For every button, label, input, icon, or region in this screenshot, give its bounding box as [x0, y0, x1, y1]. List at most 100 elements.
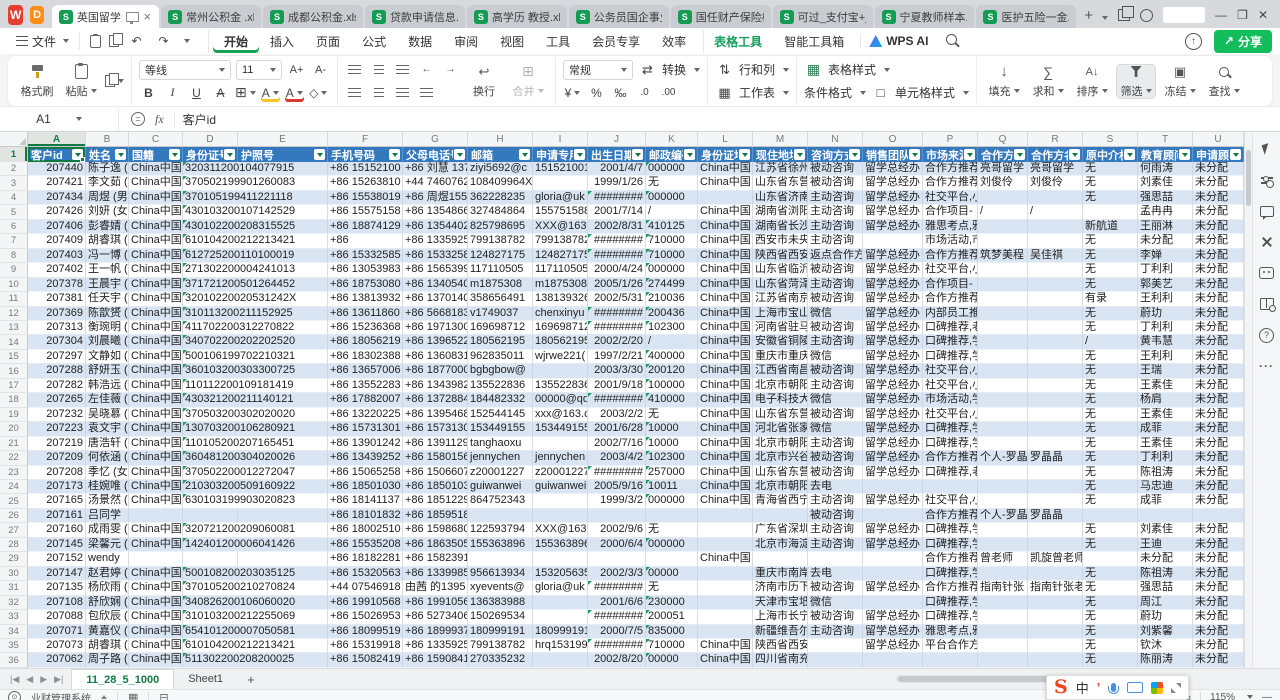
cell-S23[interactable]: 无 — [1083, 466, 1138, 480]
cell-I35[interactable]: hrq153199 — [533, 639, 588, 653]
cell-G21[interactable]: +86 1391129694 — [403, 437, 468, 451]
cell-K11[interactable]: 210036 — [646, 292, 698, 306]
menu-tab-审阅[interactable]: 审阅 — [443, 30, 489, 53]
cell-H24[interactable]: guiwanwei — [468, 480, 533, 494]
sum-button[interactable]: 求和 — [1028, 64, 1068, 99]
cell-N33[interactable]: 被动咨询 — [808, 610, 863, 624]
cell-D7[interactable]: 610104200212213421 — [183, 234, 238, 248]
cell-R20[interactable] — [1028, 422, 1083, 436]
header-cell-H1[interactable]: 邮箱 — [468, 147, 533, 162]
cell-T2[interactable]: 何雨涛 — [1138, 162, 1193, 176]
row-header-16[interactable]: 16 — [0, 364, 28, 378]
cell-N31[interactable]: 被动咨询 — [808, 581, 863, 595]
cell-R25[interactable] — [1028, 494, 1083, 508]
cell-Q15[interactable] — [978, 350, 1028, 364]
cell-H5[interactable]: 327484864 — [468, 205, 533, 219]
cell-U30[interactable]: 未分配 — [1193, 567, 1244, 581]
column-header-D[interactable]: D — [183, 132, 238, 147]
cell-L27[interactable] — [698, 523, 753, 537]
cell-D31[interactable]: 370105200210270824 — [183, 581, 238, 595]
cell-O6[interactable]: 留学总经办 — [863, 220, 923, 234]
cell-P27[interactable]: 口碑推荐,学 — [923, 523, 978, 537]
cell-D21[interactable]: 110105200207165451 — [183, 437, 238, 451]
cell-F29[interactable]: +86 18182281 — [328, 552, 403, 566]
cell-I32[interactable] — [533, 596, 588, 610]
cell-S13[interactable]: 无 — [1083, 321, 1138, 335]
cell-O16[interactable]: 留学总经办 — [863, 364, 923, 378]
cell-O11[interactable]: 留学总经办 — [863, 292, 923, 306]
cell-T36[interactable]: 陈丽涛 — [1138, 653, 1193, 667]
cell-R16[interactable] — [1028, 364, 1083, 378]
cell-K14[interactable]: / — [646, 335, 698, 349]
row-header-17[interactable]: 17 — [0, 379, 28, 393]
close-icon[interactable]: ✕ — [1258, 9, 1268, 21]
cell-K28[interactable]: 000000 — [646, 538, 698, 552]
cell-P25[interactable]: 社交平台,小 — [923, 494, 978, 508]
cell-G29[interactable]: +86 1582391866 — [403, 552, 468, 566]
cell-O9[interactable]: 留学总经办 — [863, 263, 923, 277]
cell-N27[interactable]: 主动咨询 — [808, 523, 863, 537]
menu-tab-工具[interactable]: 工具 — [535, 30, 581, 53]
cell-C29[interactable] — [129, 552, 183, 566]
cell-F16[interactable]: +86 13657006 — [328, 364, 403, 378]
cell-Q7[interactable] — [978, 234, 1028, 248]
row-header-27[interactable]: 27 — [0, 523, 28, 537]
help-icon[interactable] — [1258, 326, 1276, 344]
wrap-text-button[interactable]: 换行 — [464, 64, 504, 99]
cell-B18[interactable]: 左佳薇 (女 — [86, 393, 129, 407]
cell-C10[interactable]: China中国 — [129, 278, 183, 292]
cell-N29[interactable] — [808, 552, 863, 566]
cursor-icon[interactable] — [1258, 140, 1276, 158]
cell-I5[interactable]: 155751588 — [533, 205, 588, 219]
cell-P8[interactable]: 合作方推荐 — [923, 249, 978, 263]
cell-A14[interactable]: 207304 — [28, 335, 86, 349]
cell-L15[interactable]: China中国 — [698, 350, 753, 364]
cell-B29[interactable]: wendy — [86, 552, 129, 566]
strikethrough-icon[interactable] — [211, 84, 230, 102]
italic-icon[interactable] — [163, 84, 182, 102]
column-header-H[interactable]: H — [468, 132, 533, 147]
cell-R11[interactable] — [1028, 292, 1083, 306]
cell-M20[interactable]: 河北省张家 — [753, 422, 808, 436]
cell-K10[interactable]: 274499 — [646, 278, 698, 292]
cell-B7[interactable]: 胡睿琪 (女 — [86, 234, 129, 248]
cell-C14[interactable]: China中国 — [129, 335, 183, 349]
cell-H23[interactable]: z20001227 — [468, 466, 533, 480]
cell-A13[interactable]: 207313 — [28, 321, 86, 335]
cell-A23[interactable]: 207208 — [28, 466, 86, 480]
cell-L30[interactable] — [698, 567, 753, 581]
cell-K30[interactable]: 00000 — [646, 567, 698, 581]
column-header-C[interactable]: C — [129, 132, 183, 147]
cell-C19[interactable]: China中国 — [129, 408, 183, 422]
cell-F7[interactable]: +86 — [328, 234, 403, 248]
cell-A11[interactable]: 207381 — [28, 292, 86, 306]
cell-T19[interactable]: 王素佳 — [1138, 408, 1193, 422]
cell-D33[interactable]: 310103200212255069 — [183, 610, 238, 624]
cell-M7[interactable]: 西安市未央 — [753, 234, 808, 248]
cell-T20[interactable]: 成菲 — [1138, 422, 1193, 436]
cell-N26[interactable]: 被动咨询 — [808, 509, 863, 523]
decrease-font-icon[interactable] — [311, 61, 330, 79]
cell-I26[interactable] — [533, 509, 588, 523]
align-right-icon[interactable] — [393, 84, 412, 102]
cell-R2[interactable]: 亮哥留学 — [1028, 162, 1083, 176]
cell-K4[interactable]: 000000 — [646, 191, 698, 205]
cell-M12[interactable]: 上海市宝山 — [753, 307, 808, 321]
cell-S17[interactable]: 无 — [1083, 379, 1138, 393]
cell-K35[interactable]: 710000 — [646, 639, 698, 653]
cell-A21[interactable]: 207219 — [28, 437, 86, 451]
cell-K2[interactable]: 000000 — [646, 162, 698, 176]
cell-N11[interactable]: 被动咨询 — [808, 292, 863, 306]
file-tab-active[interactable]: S英国留学生...× — [52, 5, 159, 28]
cell-H35[interactable]: 799138782 — [468, 639, 533, 653]
cell-C28[interactable]: China中国 — [129, 538, 183, 552]
cell-M3[interactable]: 山东省东营 — [753, 176, 808, 190]
cell-J16[interactable]: 2003/3/30 — [588, 364, 646, 378]
cell-N10[interactable]: 主动咨询 — [808, 278, 863, 292]
filter-button[interactable]: 筛选 — [1116, 64, 1156, 99]
cell-G7[interactable]: +86 1335925706 — [403, 234, 468, 248]
column-header-B[interactable]: B — [86, 132, 129, 147]
cell-H9[interactable]: 117110505 — [468, 263, 533, 277]
cell-F15[interactable]: +86 18302388 — [328, 350, 403, 364]
cell-Q33[interactable] — [978, 610, 1028, 624]
